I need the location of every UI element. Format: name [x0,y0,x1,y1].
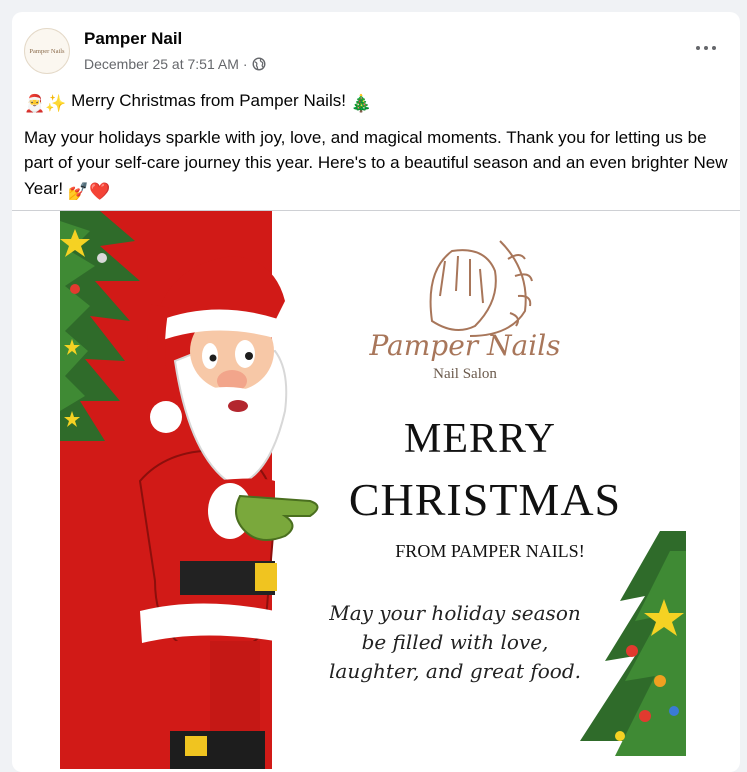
post-meta: December 25 at 7:51 AM · [84,56,266,72]
wish-line-2: be filled with love, [361,630,549,654]
post-body: May your holidays sparkle with joy, love… [24,127,728,198]
post-image[interactable]: Pamper Nails Nail Salon MERRY CHRISTMAS … [60,211,686,769]
post-text-line1: 🎅✨ Merry Christmas from Pamper Nails! 🎄 [24,88,728,117]
page-avatar[interactable]: Pamper Nails [24,28,70,74]
meta-separator: · [242,56,248,72]
christmas-tree-emoji: 🎄 [350,94,372,113]
headline-merry: MERRY [403,416,557,462]
nail-polish-heart-emoji: 💅❤️ [67,181,111,201]
wish-line-3: laughter, and great food. [329,659,581,683]
holiday-wish: May your holiday season be filled with l… [295,599,615,686]
headline-christmas: CHRISTMAS [348,474,622,525]
santa-sparkles-emoji: 🎅✨ [24,94,67,113]
post-text-body-paragraph: May your holidays sparkle with joy, love… [24,125,728,205]
post-text: 🎅✨ Merry Christmas from Pamper Nails! 🎄 … [24,88,728,212]
from-line: FROM PAMPER NAILS! [395,541,585,561]
avatar-logo-text: Pamper Nails [29,47,65,55]
page-name-link[interactable]: Pamper Nail [84,29,182,49]
brand-name: Pamper Nails [369,329,561,362]
brand-subtitle: Nail Salon [433,366,497,382]
more-options-icon[interactable] [688,34,724,62]
logo-illustration [429,240,533,337]
globe-icon[interactable] [252,57,266,71]
facebook-post-card: Pamper Nails Pamper Nail December 25 at … [12,12,740,772]
wish-line-1: May your holiday season [329,601,581,625]
post-greeting: Merry Christmas from Pamper Nails! [71,91,346,110]
post-timestamp-link[interactable]: December 25 at 7:51 AM [84,56,239,72]
